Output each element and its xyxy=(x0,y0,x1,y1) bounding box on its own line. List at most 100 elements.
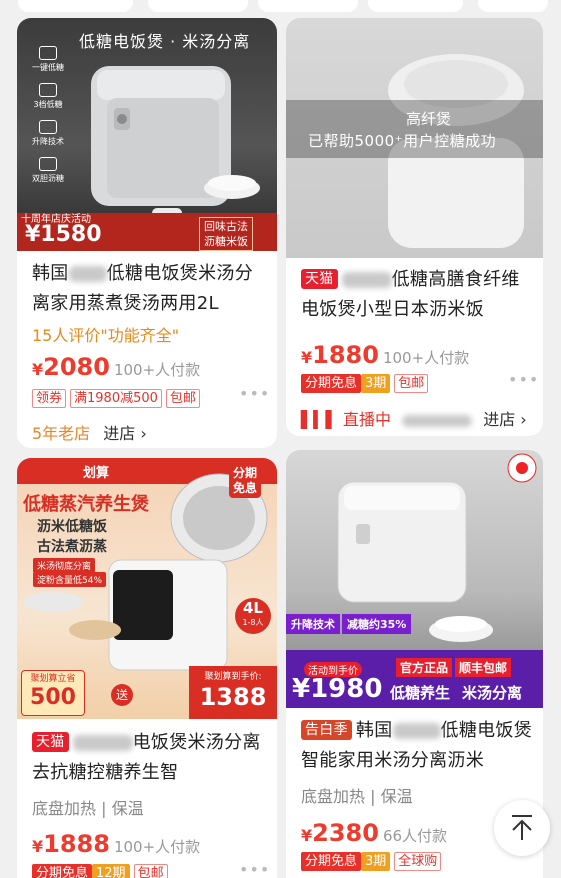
store-link[interactable]: 5年老店 进店 › xyxy=(32,420,147,444)
feature-label: 3档低糖 xyxy=(33,100,63,109)
tmall-tag: 天猫 xyxy=(32,732,69,752)
live-store-link[interactable]: ▌▍▌ 直播中 进店 › xyxy=(301,406,536,430)
product-title[interactable]: 韩国 低糖电饭煲米汤分离家用蒸煮煲汤两用2L xyxy=(32,259,268,319)
tmall-tag: 天猫 xyxy=(301,269,338,289)
live-icon: ▌▍▌ xyxy=(301,410,338,429)
more-options-icon[interactable]: ••• xyxy=(239,384,270,403)
review-summary[interactable]: 15人评价"功能齐全" xyxy=(32,322,179,346)
product-image[interactable]: 高纤煲 已帮助5000⁺用户控糖成功 xyxy=(286,18,543,258)
feature-tags: 底盘加热 | 保温 xyxy=(301,787,413,806)
feature-icon xyxy=(39,157,57,171)
installment-periods-badge: 3期 xyxy=(361,374,391,393)
global-purchase-badge: 全球购 xyxy=(394,852,442,871)
official-tag: 顺丰包邮 xyxy=(455,658,512,677)
deal-price: ¥1980 xyxy=(292,674,383,704)
product-card-2[interactable]: 高纤煲 已帮助5000⁺用户控糖成功 天猫 低糖高膳食纤维电饭煲小型日本沥米饭 ¥… xyxy=(286,18,543,436)
title-start: 韩国 xyxy=(32,263,69,284)
redacted-store xyxy=(402,414,473,427)
price: 1888 xyxy=(43,830,110,858)
slogan-text: 米汤分离 xyxy=(462,684,523,702)
ribbon-text: 减糖约35% xyxy=(342,614,412,634)
redacted-brand xyxy=(68,266,107,282)
final-price-box: 聚划算到手价: 1388 xyxy=(189,666,277,719)
feature-label: 双胆沥糖 xyxy=(32,174,64,183)
promo-badges: 分期免息 3期 全球购 xyxy=(301,852,445,871)
price: 1880 xyxy=(312,341,379,369)
final-price-label: 聚划算到手价: xyxy=(204,672,262,682)
price: 2080 xyxy=(43,353,110,381)
sales-count: 100+人付款 xyxy=(382,349,470,367)
free-shipping-badge: 包邮 xyxy=(133,864,168,878)
capacity-badge: 4L 1-8人 xyxy=(235,598,271,634)
product-card-1[interactable]: 低糖电饭煲 · 米汤分离 一键低糖 3档低糖 升降技术 双胆沥糖 十周年店庆活动… xyxy=(17,18,277,448)
saving-box: 聚划算立省 500 xyxy=(21,670,85,716)
product-image[interactable]: 划算 低糖蒸汽养生煲 沥米低糖饭 古法煮沥蒸 米汤彻底分离 淀粉含量低54% 分… xyxy=(17,458,277,719)
redacted-brand xyxy=(72,735,133,751)
back-to-top-button[interactable] xyxy=(494,800,550,856)
enter-store-label: 进店 › xyxy=(483,410,527,429)
feature-icon-list: 一键低糖 3档低糖 升降技术 双胆沥糖 xyxy=(23,40,73,184)
price-row: ¥ 1880 100+人付款 xyxy=(301,341,469,369)
promo-badges: 分期免息 12期 包邮 xyxy=(32,864,172,878)
installment-text: 分期 xyxy=(233,466,258,480)
installment-badge: 分期免息 xyxy=(301,852,362,871)
official-tag: 官方正品 xyxy=(396,658,453,677)
promo-slogan-box: 回味古法 沥糖米饭 xyxy=(199,217,253,251)
previous-cards-strip xyxy=(0,0,561,14)
price-row: ¥ 2080 100+人付款 xyxy=(32,353,200,381)
feature-label: 一键低糖 xyxy=(32,63,64,72)
feature-icon xyxy=(39,83,57,97)
product-card-3[interactable]: 划算 低糖蒸汽养生煲 沥米低糖饭 古法煮沥蒸 米汤彻底分离 淀粉含量低54% 分… xyxy=(17,458,277,878)
promo-slogan: 回味古法 xyxy=(204,220,248,233)
price: 2380 xyxy=(312,819,379,847)
product-image[interactable]: 升降技术 减糖约35% 活动到手价 ¥1980 官方正品 顺丰包邮 低糖养生 米… xyxy=(286,450,543,708)
redacted-brand xyxy=(392,723,441,739)
feature-tags: 底盘加热 | 保温 xyxy=(32,799,144,818)
redacted-brand xyxy=(341,272,392,288)
installment-periods-badge: 3期 xyxy=(361,852,391,871)
product-image[interactable]: 低糖电饭煲 · 米汤分离 一键低糖 3档低糖 升降技术 双胆沥糖 十周年店庆活动… xyxy=(17,18,277,251)
installment-badge: 分期免息 xyxy=(32,864,93,878)
currency-symbol: ¥ xyxy=(32,360,44,379)
official-tags: 官方正品 顺丰包邮 xyxy=(396,658,512,677)
event-tag: 告白季 xyxy=(301,720,352,740)
store-age: 5年老店 xyxy=(32,424,91,443)
promo-slogan: 沥糖米饭 xyxy=(204,235,248,248)
sales-count: 100+人付款 xyxy=(113,838,201,856)
product-title[interactable]: 天猫 电饭煲米汤分离去抗糖控糖养生智 xyxy=(32,728,268,788)
feature-icon xyxy=(39,120,57,134)
product-title[interactable]: 天猫 低糖高膳食纤维电饭煲小型日本沥米饭 xyxy=(301,265,533,325)
product-title[interactable]: 告白季 韩国 低糖电饭煲智能家用米汤分离沥米 xyxy=(301,716,533,776)
more-options-icon[interactable]: ••• xyxy=(239,860,270,878)
installment-periods-badge: 12期 xyxy=(92,864,130,878)
feature-label: 升降技术 xyxy=(32,137,64,146)
title-start: 韩国 xyxy=(355,720,393,741)
capacity-value: 4L xyxy=(243,599,263,617)
capacity-people: 1-8人 xyxy=(242,618,264,627)
feature-ribbon: 升降技术 减糖约35% xyxy=(286,614,412,634)
currency-symbol: ¥ xyxy=(32,837,44,856)
ribbon-text: 升降技术 xyxy=(286,614,340,634)
installment-badge: 分期免息 xyxy=(301,374,362,393)
price-row: ¥ 1888 100+人付款 xyxy=(32,830,200,858)
coupon-badge: 领券 xyxy=(32,389,67,408)
promo-badges: 领券 满1980减500 包邮 xyxy=(32,389,204,408)
more-options-icon[interactable]: ••• xyxy=(508,370,539,389)
promo-price: ¥1580 xyxy=(25,222,102,247)
installment-badge: 分期 免息 xyxy=(229,464,262,498)
overlay-line-2: 已帮助5000⁺用户控糖成功 xyxy=(308,132,497,150)
overlay-line-1: 高纤煲 xyxy=(406,110,452,128)
live-label: 直播中 xyxy=(343,410,392,429)
sales-count: 100+人付款 xyxy=(113,361,201,379)
gift-label: 送 xyxy=(111,684,133,706)
free-shipping-badge: 包邮 xyxy=(394,374,429,393)
image-banner: 低糖电饭煲 · 米汤分离 xyxy=(79,32,251,51)
currency-symbol: ¥ xyxy=(301,348,313,367)
discount-badge: 满1980减500 xyxy=(70,389,162,408)
free-shipping-badge: 包邮 xyxy=(165,389,200,408)
currency-symbol: ¥ xyxy=(301,826,313,845)
slogan-text: 低糖养生 xyxy=(390,684,451,702)
price-row: ¥ 2380 66人付款 xyxy=(301,819,447,847)
enter-store-label: 进店 › xyxy=(103,424,147,443)
installment-text: 免息 xyxy=(233,481,258,495)
